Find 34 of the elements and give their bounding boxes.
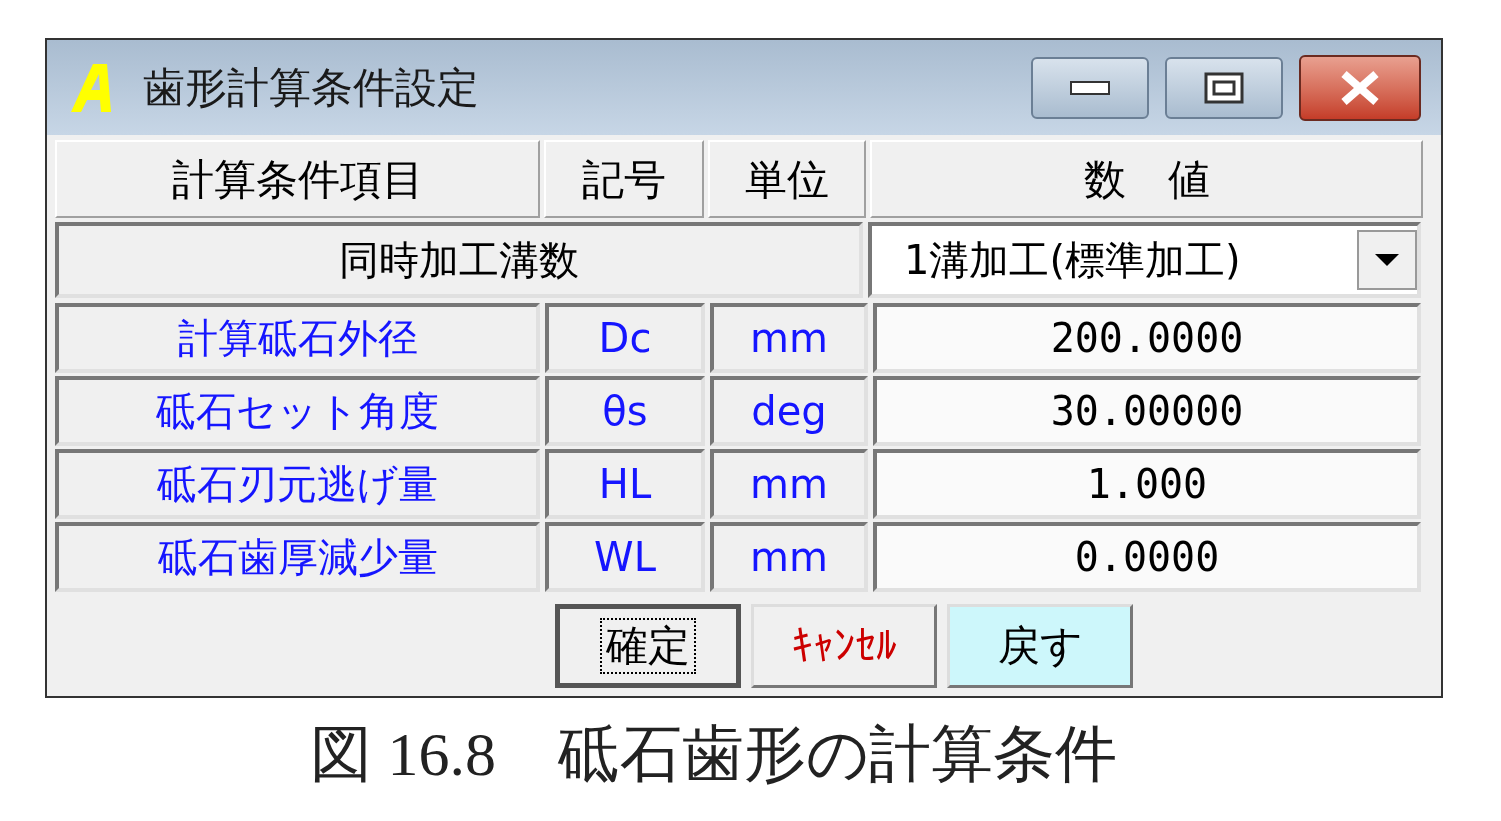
column-header: 数 値 [870,140,1423,218]
value-field[interactable]: 0.0000 [873,522,1421,592]
symbol-cell: Dc [545,303,705,373]
column-header: 記号 [544,140,704,218]
row-label: 同時加工溝数 [55,222,863,298]
close-button[interactable] [1299,54,1421,121]
row-label: 砥石セット角度 [55,376,540,446]
minimize-icon [1070,80,1110,95]
column-header: 単位 [708,140,866,218]
figure-caption: 図 16.8 砥石歯形の計算条件 [310,719,1118,790]
cancel-button[interactable]: ｷｬﾝｾﾙ [751,604,937,688]
confirm-button[interactable]: 確定 [555,604,741,688]
unit-cell: mm [710,522,868,592]
value-field[interactable]: 200.0000 [873,303,1421,373]
restore-icon [1204,71,1244,104]
dropdown[interactable]: 1溝加工(標準加工) [868,222,1421,298]
maximize-button[interactable] [1165,56,1283,119]
close-icon [1340,70,1380,105]
unit-cell: deg [710,376,868,446]
minimize-button[interactable] [1031,56,1149,119]
value-field[interactable]: 30.00000 [873,376,1421,446]
row-label: 砥石刃元逃げ量 [55,449,540,519]
window-title: 歯形計算条件設定 [143,62,479,114]
reset-button[interactable]: 戻す [947,604,1133,688]
symbol-cell: HL [545,449,705,519]
value-field[interactable]: 1.000 [873,449,1421,519]
unit-cell: mm [710,449,868,519]
row-label: 計算砥石外径 [55,303,540,373]
symbol-cell: WL [545,522,705,592]
symbol-cell: θs [545,376,705,446]
unit-cell: mm [710,303,868,373]
dropdown-arrow-icon [1375,254,1399,266]
row-label: 砥石歯厚減少量 [55,522,540,592]
column-header: 計算条件項目 [55,140,540,218]
